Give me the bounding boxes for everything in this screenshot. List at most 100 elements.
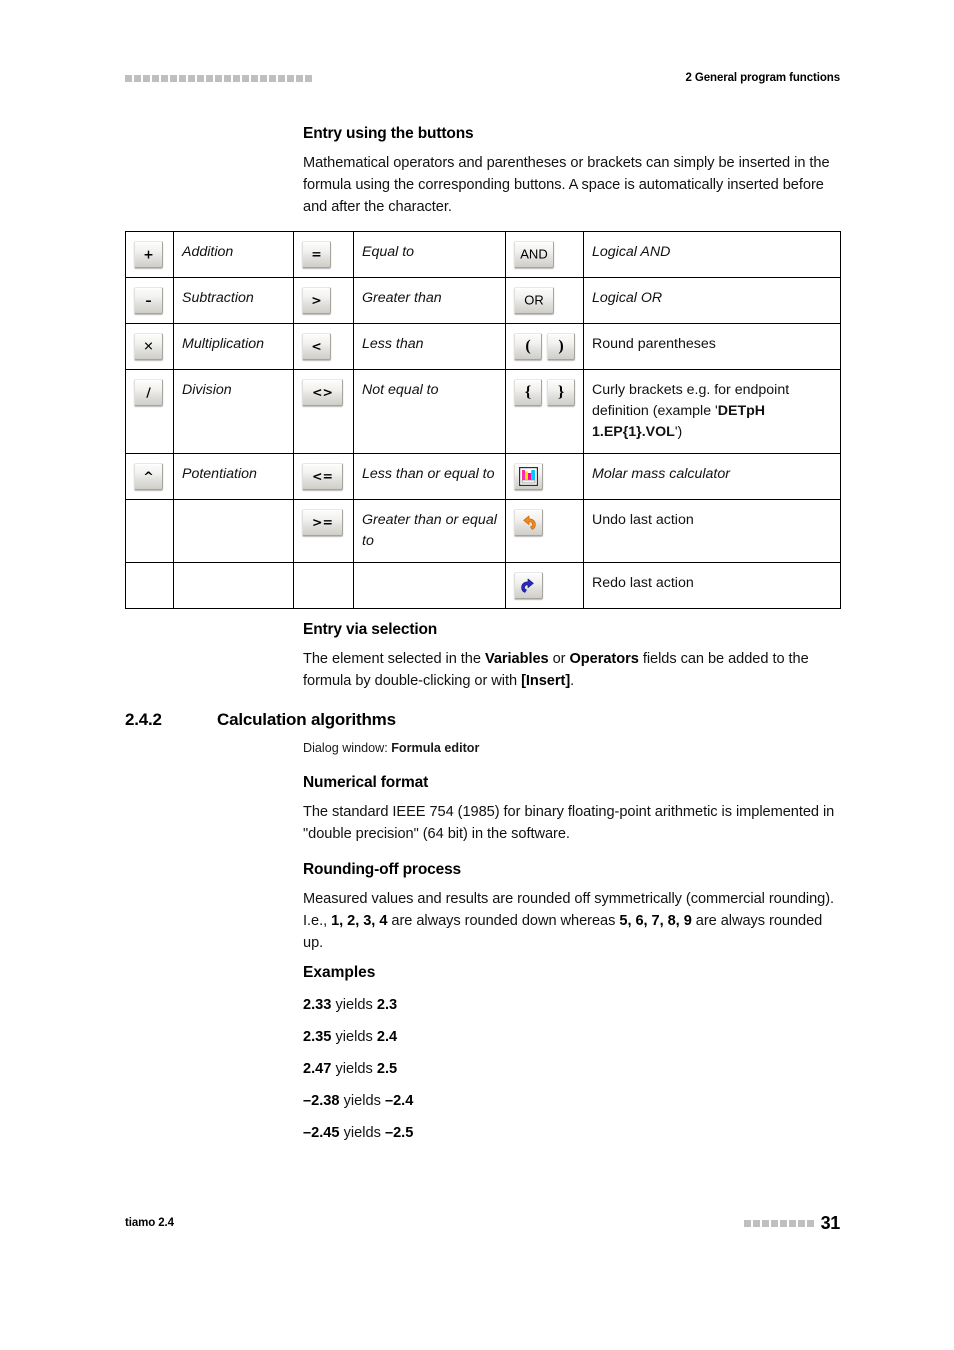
power-button[interactable]: ^ <box>134 463 163 490</box>
marker-square <box>260 74 267 82</box>
footer-marker-squares <box>743 1219 814 1227</box>
evs-bold-1: Variables <box>484 651 549 667</box>
divide-glyph: / <box>146 384 151 400</box>
greater-or-equal-glyph: >= <box>312 514 333 530</box>
label-greater-than: Greater than <box>353 277 506 324</box>
label-curly-brackets: Curly brackets e.g. for endpoint definit… <box>583 369 841 454</box>
example-output: –2.4 <box>384 1093 414 1109</box>
example-output: –2.5 <box>384 1125 414 1141</box>
entry-via-selection-heading: Entry via selection <box>303 621 438 638</box>
label-empty-1 <box>173 499 294 563</box>
example-line: –2.45 yields –2.5 <box>303 1122 763 1144</box>
table-row: – Subtraction > Greater than OR Logical … <box>125 277 841 324</box>
redo-button[interactable] <box>514 572 543 599</box>
label-greater-than-or-equal-to: Greater than or equal to <box>353 499 506 563</box>
open-brace-button[interactable]: { <box>514 379 542 406</box>
cell-button-potentiation: ^ <box>125 453 174 500</box>
round-text-2: are always rounded down whereas <box>387 913 620 930</box>
cell-empty-1 <box>125 499 174 563</box>
less-than-button[interactable]: < <box>302 333 331 360</box>
marker-square <box>752 1219 760 1227</box>
evs-text-4: . <box>570 673 575 690</box>
section-heading-242: 2.4.2 Calculation algorithms <box>125 710 840 730</box>
marker-square <box>779 1219 787 1227</box>
molar-mass-calculator-icon <box>519 467 538 486</box>
header-marker-squares <box>125 74 312 82</box>
molar-mass-calculator-button[interactable] <box>514 463 543 490</box>
power-glyph: ^ <box>143 468 154 484</box>
not-equal-glyph: <> <box>312 384 333 400</box>
section-number: 2.4.2 <box>125 710 162 729</box>
minus-button[interactable]: – <box>134 287 163 314</box>
close-paren-glyph: ) <box>558 337 564 355</box>
cell-empty-3 <box>293 562 354 609</box>
cell-button-less-equal: <= <box>293 453 354 500</box>
label-redo-last-action: Redo last action <box>583 562 841 609</box>
close-paren-button[interactable]: ) <box>547 333 575 360</box>
example-line: 2.33 yields 2.3 <box>303 994 763 1016</box>
example-output: 2.4 <box>376 1029 398 1045</box>
plus-button[interactable]: + <box>134 241 163 268</box>
intro-paragraph: Mathematical operators and parentheses o… <box>303 155 830 216</box>
logical-and-button[interactable]: AND <box>514 241 554 268</box>
cell-button-division: / <box>125 369 174 454</box>
and-glyph: AND <box>520 246 548 262</box>
rounding-off-heading: Rounding-off process <box>303 861 462 878</box>
cell-button-molar-mass <box>505 453 584 500</box>
evs-text-2: or <box>548 651 570 667</box>
marker-square <box>296 74 303 82</box>
table-row: >= Greater than or equal to Undo last ac… <box>125 499 841 563</box>
dialog-window-line: Dialog window: Formula editor <box>303 741 479 755</box>
equals-glyph: = <box>311 246 322 262</box>
marker-square <box>269 74 276 82</box>
label-not-equal-to: Not equal to <box>353 369 506 454</box>
multiply-button[interactable]: ✕ <box>134 333 163 360</box>
greater-or-equal-button[interactable]: >= <box>302 509 343 536</box>
not-equal-button[interactable]: <> <box>302 379 343 406</box>
examples-list: 2.33 yields 2.3 2.35 yields 2.4 2.47 yield… <box>303 994 763 1144</box>
minus-glyph: – <box>145 292 152 308</box>
or-glyph: OR <box>524 292 544 308</box>
greater-than-button[interactable]: > <box>302 287 331 314</box>
table-row: + Addition = Equal to AND Logical AND <box>125 231 841 278</box>
equals-button[interactable]: = <box>302 241 331 268</box>
label-round-parentheses: Round parentheses <box>583 323 841 370</box>
divide-button[interactable]: / <box>134 379 163 406</box>
example-input: 2.35 <box>303 1029 332 1045</box>
logical-or-button[interactable]: OR <box>514 287 554 314</box>
less-than-glyph: < <box>311 338 322 354</box>
marker-square <box>152 74 159 82</box>
intro-section: Entry using the buttons Mathematical ope… <box>303 125 840 219</box>
rounding-off-paragraph: Measured values and results are rounded … <box>303 888 840 955</box>
example-yields-word: yields <box>339 1125 385 1141</box>
footer-product-name: tiamo 2.4 <box>125 1217 174 1229</box>
table-row: ✕ Multiplication < Less than () Round pa… <box>125 323 841 370</box>
marker-square <box>770 1219 778 1227</box>
label-empty-3 <box>353 562 506 609</box>
less-or-equal-button[interactable]: <= <box>302 463 343 490</box>
cell-button-multiplication: ✕ <box>125 323 174 370</box>
section-title: Calculation algorithms <box>217 710 396 729</box>
marker-square <box>206 74 213 82</box>
example-line: –2.38 yields –2.4 <box>303 1090 763 1112</box>
marker-square <box>761 1219 769 1227</box>
label-equal-to: Equal to <box>353 231 506 278</box>
undo-button[interactable] <box>514 509 543 536</box>
cell-button-addition: + <box>125 231 174 278</box>
cell-button-undo <box>505 499 584 563</box>
marker-square <box>215 74 222 82</box>
marker-square <box>788 1219 796 1227</box>
entry-via-selection-section: Entry via selection The element selected… <box>303 621 840 692</box>
examples-heading: Examples <box>303 964 376 981</box>
marker-square <box>278 74 285 82</box>
close-brace-button[interactable]: } <box>547 379 575 406</box>
header-chapter-title: 2 General program functions <box>685 72 841 84</box>
example-output: 2.3 <box>376 997 398 1013</box>
dialog-name: Formula editor <box>391 741 480 755</box>
cell-button-not-equal: <> <box>293 369 354 454</box>
marker-square <box>170 74 177 82</box>
open-paren-button[interactable]: ( <box>514 333 542 360</box>
open-paren-glyph: ( <box>525 337 531 355</box>
cell-button-curly: {} <box>505 369 584 454</box>
label-multiplication: Multiplication <box>173 323 294 370</box>
